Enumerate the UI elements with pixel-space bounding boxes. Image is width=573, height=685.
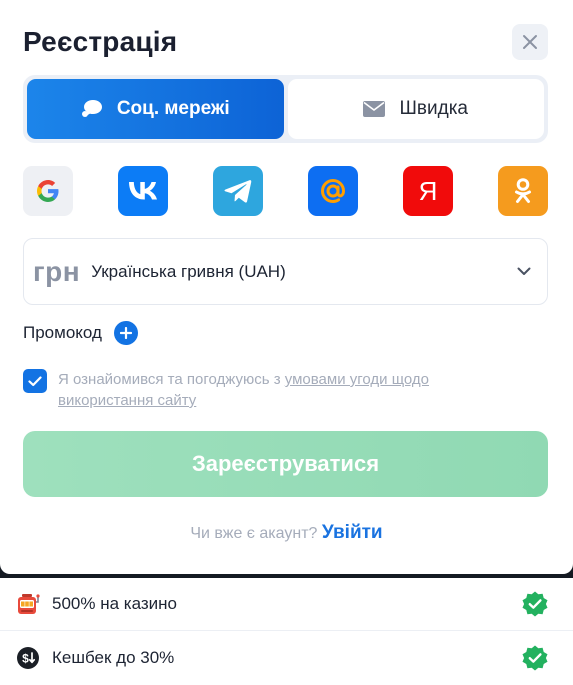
- yandex-icon: Я: [419, 177, 438, 205]
- bonus-item-casino[interactable]: 500% на казино: [0, 578, 573, 631]
- vk-icon: [129, 182, 157, 200]
- svg-text:Я: Я: [419, 177, 438, 205]
- close-icon: [523, 35, 537, 49]
- odnoklassniki-login-button[interactable]: [498, 166, 548, 216]
- check-badge-icon: [522, 591, 548, 617]
- terms-text-prefix: Я ознайомився та погоджуюсь з: [58, 371, 281, 388]
- slot-machine-icon: [16, 592, 40, 616]
- terms-text: Я ознайомився та погоджуюсь з умовами уг…: [58, 369, 513, 411]
- login-question: Чи вже є акаунт?: [190, 525, 318, 542]
- registration-tabs: Соц. мережі Швидка: [23, 75, 548, 143]
- currency-select[interactable]: грн Українська гривня (UAH): [23, 238, 548, 305]
- bonus-item-label: Кешбек до 30%: [52, 647, 175, 667]
- register-button[interactable]: Зареєструватися: [23, 431, 548, 497]
- chat-bubble-icon: [81, 100, 102, 117]
- telegram-login-button[interactable]: [213, 166, 263, 216]
- at-sign-icon: [320, 178, 346, 204]
- check-badge-icon: [522, 645, 548, 670]
- tab-quick[interactable]: Швидка: [287, 79, 544, 139]
- bonus-list: 500% на казино $ Кешбек до 30%: [0, 578, 573, 685]
- terms-agreement: Я ознайомився та погоджуюсь з умовами уг…: [23, 369, 513, 411]
- currency-name: Українська гривня (UAH): [91, 261, 286, 281]
- cashback-icon: $: [16, 646, 40, 670]
- promo-code-label: Промокод: [23, 323, 102, 342]
- login-link[interactable]: Увійти: [322, 522, 383, 543]
- google-icon: [37, 180, 59, 202]
- promo-code-add-button[interactable]: [113, 321, 138, 345]
- promo-code-row: Промокод: [23, 321, 138, 345]
- telegram-icon: [224, 180, 252, 203]
- checkmark-icon: [28, 375, 42, 386]
- terms-checkbox[interactable]: [23, 369, 47, 393]
- social-login-row: Я: [23, 166, 548, 216]
- bonus-item-label: 500% на казино: [52, 594, 177, 613]
- envelope-icon: [363, 101, 386, 117]
- close-button[interactable]: [512, 24, 548, 60]
- modal-title: Реєстрація: [23, 26, 178, 57]
- tab-quick-label: Швидка: [399, 98, 468, 119]
- mail-login-button[interactable]: [308, 166, 358, 216]
- chevron-down-icon: [517, 267, 531, 275]
- odnoklassniki-icon: [515, 178, 531, 203]
- login-prompt: Чи вже є акаунт? Увійти: [0, 522, 573, 544]
- tab-social[interactable]: Соц. мережі: [27, 79, 284, 139]
- currency-symbol: грн: [33, 255, 81, 287]
- yandex-login-button[interactable]: Я: [403, 166, 453, 216]
- svg-text:$: $: [22, 651, 29, 665]
- registration-modal: Реєстрація Соц. мережі Швидка Я грн Укра…: [0, 0, 573, 574]
- google-login-button[interactable]: [23, 166, 73, 216]
- plus-icon: [119, 327, 132, 339]
- bonus-item-cashback[interactable]: $ Кешбек до 30%: [0, 631, 573, 684]
- tab-social-label: Соц. мережі: [116, 98, 230, 119]
- vk-login-button[interactable]: [118, 166, 168, 216]
